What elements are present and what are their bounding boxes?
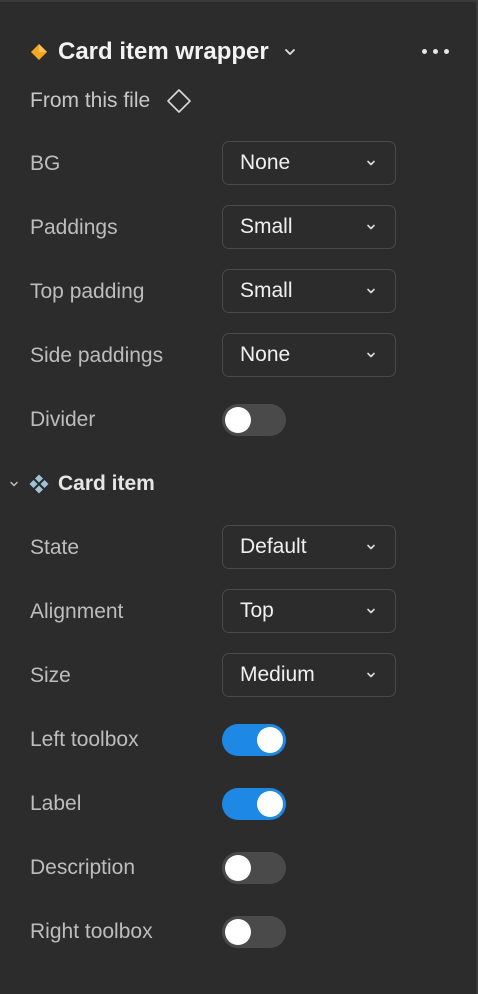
panel-top-border (0, 0, 478, 2)
prop-label: Side paddings (30, 344, 164, 367)
section-title: Card item (58, 472, 155, 495)
instance-header: Card item wrapper (30, 34, 460, 70)
prop-row-alignment: Alignment Top (30, 589, 450, 635)
component-main-icon (29, 474, 49, 494)
prop-row-description: Description (30, 845, 450, 891)
prop-label: State (30, 536, 80, 559)
prop-row-top-padding: Top padding Small (30, 269, 450, 315)
dropdown-value: None (240, 343, 291, 366)
bg-dropdown[interactable]: None (222, 141, 396, 185)
prop-label: Size (30, 664, 71, 687)
description-toggle[interactable] (222, 852, 286, 884)
chevron-down-icon (367, 544, 375, 550)
chevron-down-icon (367, 288, 375, 294)
right-toolbox-toggle[interactable] (222, 916, 286, 948)
prop-label: Paddings (30, 216, 118, 239)
toggle-knob (225, 919, 251, 945)
side-paddings-dropdown[interactable]: None (222, 333, 396, 377)
chevron-down-icon (367, 160, 375, 166)
prop-row-side-paddings: Side paddings None (30, 333, 450, 379)
chevron-down-icon (367, 224, 375, 230)
dropdown-value: Default (240, 535, 307, 558)
top-padding-dropdown[interactable]: Small (222, 269, 396, 313)
paddings-dropdown[interactable]: Small (222, 205, 396, 249)
size-dropdown[interactable]: Medium (222, 653, 396, 697)
toggle-knob (257, 791, 283, 817)
prop-row-divider: Divider (30, 397, 450, 443)
state-dropdown[interactable]: Default (222, 525, 396, 569)
prop-label: Alignment (30, 600, 124, 623)
component-instance-icon (31, 44, 47, 60)
more-dot-icon (422, 48, 427, 54)
prop-row-right-toolbox: Right toolbox (30, 909, 450, 955)
prop-label: Left toolbox (30, 728, 139, 751)
more-dot-icon (444, 48, 449, 54)
dropdown-value: Small (240, 279, 293, 302)
instance-title[interactable]: Card item wrapper (58, 38, 269, 66)
prop-row-bg: BG None (30, 141, 450, 187)
prop-row-label: Label (30, 781, 450, 827)
component-diamond-icon[interactable] (166, 88, 192, 114)
more-options-button[interactable] (422, 42, 454, 60)
divider-toggle[interactable] (222, 404, 286, 436)
more-dot-icon (433, 48, 438, 54)
prop-row-left-toolbox: Left toolbox (30, 717, 450, 763)
prop-row-size: Size Medium (30, 653, 450, 699)
chevron-down-icon (367, 352, 375, 358)
prop-label: Description (30, 856, 136, 879)
prop-label: Top padding (30, 280, 145, 303)
alignment-dropdown[interactable]: Top (222, 589, 396, 633)
prop-label: Divider (30, 408, 96, 431)
card-item-section-header[interactable]: Card item (8, 468, 155, 500)
component-source: From this file (30, 86, 192, 116)
prop-row-paddings: Paddings Small (30, 205, 450, 251)
chevron-down-icon (367, 672, 375, 678)
dropdown-value: Medium (240, 663, 315, 686)
prop-label: Right toolbox (30, 920, 153, 943)
prop-label: BG (30, 152, 61, 175)
chevron-down-icon[interactable] (283, 45, 297, 59)
dropdown-value: Top (240, 599, 274, 622)
source-label: From this file (30, 89, 151, 112)
chevron-down-icon[interactable] (8, 478, 20, 490)
left-toolbox-toggle[interactable] (222, 724, 286, 756)
label-toggle[interactable] (222, 788, 286, 820)
toggle-knob (225, 855, 251, 881)
toggle-knob (225, 407, 251, 433)
dropdown-value: None (240, 151, 291, 174)
chevron-down-icon (367, 608, 375, 614)
dropdown-value: Small (240, 215, 293, 238)
prop-row-state: State Default (30, 525, 450, 571)
toggle-knob (257, 727, 283, 753)
prop-label: Label (30, 792, 82, 815)
